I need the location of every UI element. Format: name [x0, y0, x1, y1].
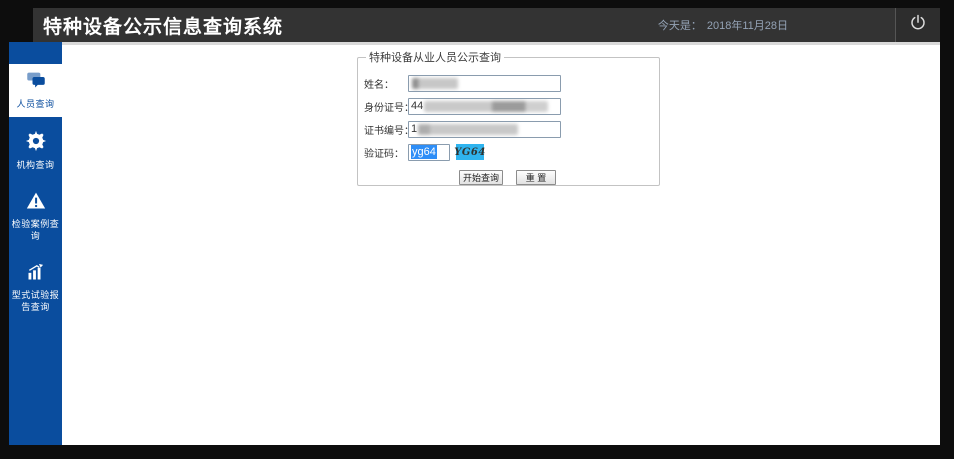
gear-icon — [11, 130, 60, 157]
power-icon — [908, 13, 928, 38]
personnel-query-form: 特种设备从业人员公示查询 姓名： 身份证号： 44 证书编号： 1 — [357, 49, 660, 186]
sidebar-item-type-test-report-query[interactable]: 型式试验报告查询 — [9, 256, 62, 320]
logout-power-button[interactable] — [895, 8, 940, 42]
sidebar-item-inspection-case-query[interactable]: 检验案例查询 — [9, 185, 62, 249]
page-title: 特种设备公示信息查询系统 — [33, 12, 283, 39]
id-card-input[interactable]: 44 — [408, 98, 561, 115]
sidebar-spacer — [9, 42, 62, 64]
cert-no-label: 证书编号： — [364, 122, 408, 137]
sidebar-item-organization-query[interactable]: 机构查询 — [9, 124, 62, 178]
date-value: 2018年11月28日 — [707, 17, 788, 33]
button-row: 开始查询 重 置 — [364, 170, 653, 185]
sidebar-item-personnel-query[interactable]: 人员查询 — [9, 64, 62, 117]
id-card-value-prefix: 44 — [411, 100, 423, 112]
id-card-value-redacted — [424, 101, 548, 112]
name-row: 姓名： — [364, 74, 653, 92]
cert-no-value-redacted — [418, 124, 518, 135]
sidebar-item-label: 人员查询 — [11, 98, 60, 110]
sidebar-item-label: 检验案例查询 — [11, 218, 60, 242]
form-legend: 特种设备从业人员公示查询 — [366, 49, 504, 65]
reset-button[interactable]: 重 置 — [516, 170, 556, 185]
sidebar-nav: 人员查询 机构查询 检验案例查询 — [9, 42, 62, 445]
submit-query-button[interactable]: 开始查询 — [459, 170, 503, 185]
captcha-label: 验证码： — [364, 145, 408, 160]
sidebar-item-label: 型式试验报告查询 — [11, 289, 60, 313]
cert-no-value-prefix: 1 — [411, 123, 417, 135]
header-date: 今天是： 2018年11月28日 — [658, 8, 788, 42]
captcha-input-value: yg64 — [411, 145, 437, 159]
name-label: 姓名： — [364, 76, 408, 91]
date-label: 今天是： — [658, 17, 702, 33]
warning-triangle-icon — [11, 191, 60, 216]
main-content: 特种设备从业人员公示查询 姓名： 身份证号： 44 证书编号： 1 — [62, 42, 940, 445]
id-card-row: 身份证号： 44 — [364, 97, 653, 115]
name-value-redacted — [412, 78, 458, 89]
bar-chart-icon — [11, 262, 60, 287]
chat-bubbles-icon — [11, 70, 60, 96]
id-card-label: 身份证号： — [364, 99, 408, 114]
sidebar-item-label: 机构查询 — [11, 159, 60, 171]
app-header: 特种设备公示信息查询系统 今天是： 2018年11月28日 — [33, 8, 940, 42]
captcha-row: 验证码： yg64 YG64 — [364, 143, 653, 161]
cert-no-row: 证书编号： 1 — [364, 120, 653, 138]
captcha-image[interactable]: YG64 — [456, 144, 484, 160]
captcha-input[interactable]: yg64 — [408, 144, 450, 161]
name-input[interactable] — [408, 75, 561, 92]
cert-no-input[interactable]: 1 — [408, 121, 561, 138]
